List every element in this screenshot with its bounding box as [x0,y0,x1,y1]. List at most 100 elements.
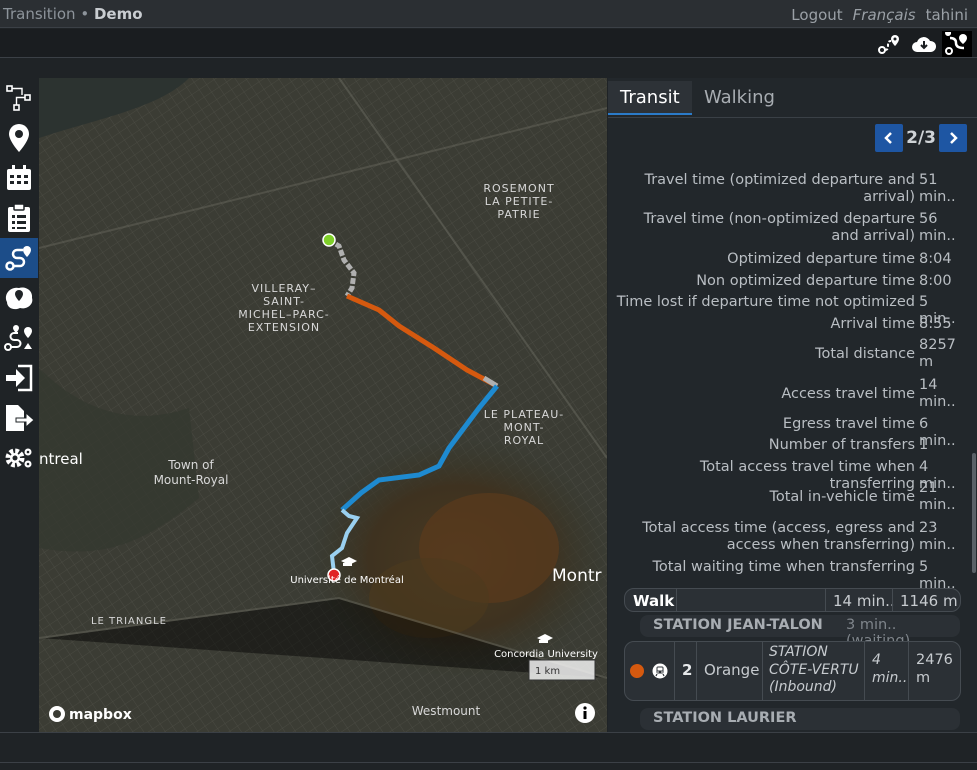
stat-label: Egress travel time [782,416,915,432]
stat-label: Total access time (access, egress and ac… [642,520,915,553]
sidebar-item-routing[interactable] [0,238,38,278]
map-label-villeray-1: VILLERAY– [251,282,316,295]
svg-text:MICHEL–PARC-: MICHEL–PARC- [238,308,329,321]
line-destination: STATION CÔTE-VERTU (Inbound) [769,644,859,695]
svg-text:LE PLATEAU-: LE PLATEAU- [484,408,564,421]
sidebar [0,78,38,732]
accessibility-map-icon [5,287,33,310]
stat-value: 1 [919,437,929,453]
info-icon[interactable] [575,703,595,723]
clipboard-icon [8,203,30,232]
panel-scrollbar[interactable] [972,453,976,573]
step-transit-ride: 2 Orange STATION CÔTE-VERTU (Inbound) 4 … [624,641,961,701]
scale-bar: 1 km [528,659,596,681]
sidebar-item-services[interactable] [0,158,38,198]
map-label-villeray-3: MICHEL–PARC- [238,308,329,321]
stat-label: Total distance [815,346,915,362]
stat-label: Optimized departure time [727,251,915,267]
stat-label: Total waiting time when transferring [652,559,916,575]
svg-text:EXTENSION: EXTENSION [248,321,320,334]
svg-text:Town of: Town of [167,458,214,472]
map-label-town-2: Mount-Royal [154,473,229,487]
svg-text:mapbox: mapbox [69,707,132,723]
export-icon [6,405,35,431]
map-label-plateau-3: ROYAL [504,434,544,447]
footer-divider-2 [0,762,977,763]
divider [908,642,909,700]
stat-value: 8:04 [919,251,952,267]
svg-text:LE TRIANGLE: LE TRIANGLE [91,616,167,627]
tab-transit[interactable]: Transit [608,81,692,115]
mapbox-logo: mapbox [49,706,132,723]
username[interactable]: tahini [926,6,968,24]
metro-icon [652,663,668,683]
stat-label: Total access travel time when transferri… [699,459,915,492]
map-label-rosemont-3: PATRIE [497,208,540,221]
calendar-icon [7,165,31,190]
svg-text:Westmount: Westmount [412,704,481,718]
svg-text:Concordia University: Concordia University [494,649,598,660]
map-label-plateau-1: LE PLATEAU- [484,408,564,421]
stat-value: 8:55 [919,316,952,332]
map-label-outremont: ntreal [39,450,83,468]
map-label-town-1: Town of [167,458,214,472]
origin-marker[interactable] [322,233,336,247]
step-distance: 1146 m [900,592,958,610]
routing-results-panel: Transit Walking 2/3 Travel time (optimiz… [608,78,977,732]
map-label-udem: Université de Montréal [290,574,404,586]
line-color-dot [630,664,644,678]
language-toggle[interactable]: Français [853,6,916,24]
tab-walking[interactable]: Walking [692,81,787,115]
map-label-villeray-2: SAINT- [263,295,305,308]
stat-label: Non optimized departure time [696,273,915,289]
sidebar-item-scenarios[interactable] [0,198,38,238]
sidebar-item-accessibility-map[interactable] [0,278,38,318]
alternative-count: 2/3 [906,128,936,148]
svg-text:Montr: Montr [552,566,602,586]
step-mode: Walk [633,592,675,610]
station-row: STATION JEAN-TALON 3 min.. (waiting) [640,615,960,649]
sidebar-item-export[interactable] [0,398,38,438]
app-name: Transition [3,5,76,23]
stat-value: 51 min.. [919,172,956,205]
line-name: Orange [704,661,760,679]
map-label-rosemont-1: ROSEMONT [483,182,554,195]
sidebar-item-stops[interactable] [0,118,38,158]
stat-value: 56 min.. [919,211,956,244]
station-name: STATION JEAN-TALON [653,617,823,633]
footer-divider [0,732,977,733]
nodes-icon [6,85,31,111]
previous-alternative-button[interactable] [875,124,904,152]
divider [864,642,865,700]
chevron-right-icon [950,132,958,144]
top-bar: Transition • Demo Logout Français tahini [0,0,977,28]
map-label-triangle: LE TRIANGLE [91,616,167,627]
map-label-westmount: Westmount [412,704,481,718]
stat-label: Travel time (non-optimized departure and… [643,211,915,244]
svg-text:ROSEMONT: ROSEMONT [483,182,554,195]
route-pin-icon[interactable] [874,31,904,57]
app-title: Transition • Demo [3,5,143,23]
sidebar-item-settings[interactable] [0,438,38,478]
stat-value: 8:00 [919,273,952,289]
divider [825,589,826,611]
scale-label: 1 km [535,666,560,677]
routing-icon [5,246,31,271]
sidebar-item-batch-routing[interactable] [0,318,38,358]
svg-text:VILLERAY–: VILLERAY– [251,282,316,295]
sidebar-item-import[interactable] [0,358,38,398]
stat-value: 14 min.. [919,377,956,410]
settings-icon [5,448,32,468]
cloud-download-icon[interactable] [909,31,939,57]
title-separator: • [80,5,90,23]
alternatives-pager: 2/3 [875,124,967,152]
logout-link[interactable]: Logout [791,6,842,24]
next-alternative-button[interactable] [939,124,967,152]
map-view[interactable]: ROSEMONT LA PETITE- PATRIE VILLERAY– SAI… [39,78,607,732]
satellite-map[interactable]: ROSEMONT LA PETITE- PATRIE VILLERAY– SAI… [39,78,607,732]
sidebar-item-nodes[interactable] [0,78,38,118]
svg-text:1 km: 1 km [535,666,560,677]
ride-time: 4 min.. [872,652,908,686]
routing-icon[interactable] [942,31,972,57]
map-label-plateau-2: MONT- [503,421,544,434]
